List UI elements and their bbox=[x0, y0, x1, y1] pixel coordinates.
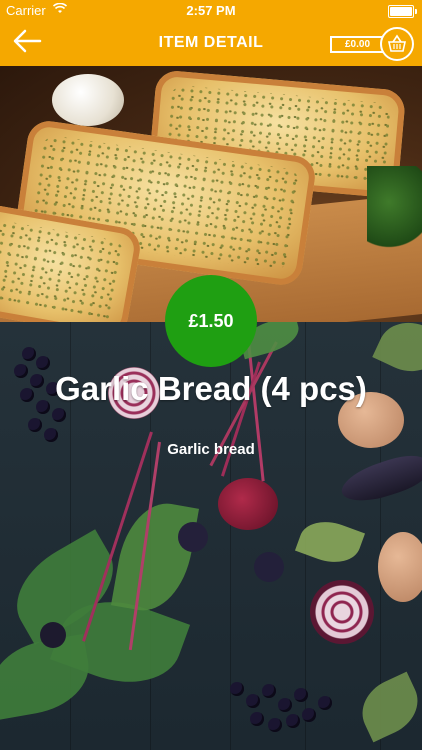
status-time: 2:57 PM bbox=[186, 3, 236, 18]
cart-button[interactable]: £0.00 bbox=[330, 27, 414, 61]
status-bar: Carrier 2:57 PM bbox=[0, 0, 422, 20]
basket-icon bbox=[380, 27, 414, 61]
item-description: Garlic bread bbox=[167, 441, 255, 458]
navigation-bar: Carrier 2:57 PM ITEM DETAIL £0.00 bbox=[0, 0, 422, 66]
garlic-bulb bbox=[52, 74, 124, 126]
cart-total: £0.00 bbox=[330, 36, 385, 53]
battery-icon bbox=[388, 5, 417, 18]
item-name: Garlic Bread (4 pcs) bbox=[55, 370, 367, 407]
price-badge: £1.50 bbox=[165, 275, 257, 367]
